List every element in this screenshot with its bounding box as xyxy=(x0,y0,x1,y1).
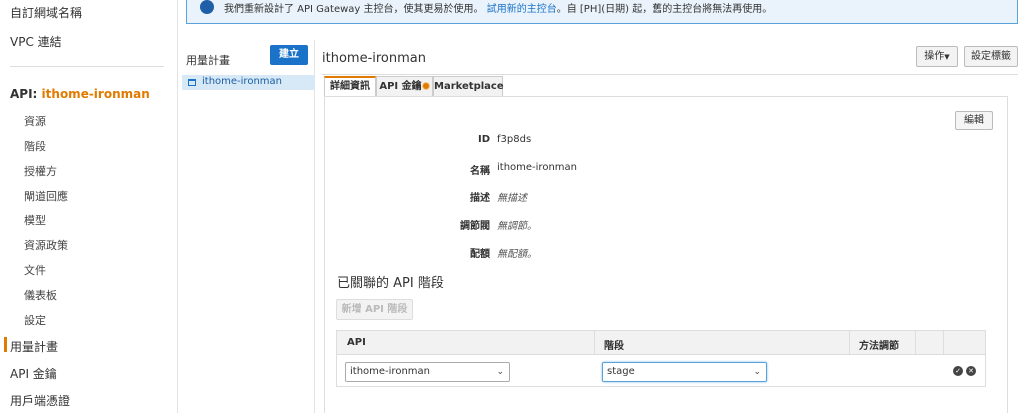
api-prefix: API: xyxy=(10,87,38,101)
sidebar-item-authorizers[interactable]: 授權方 xyxy=(24,163,57,179)
column-header-method-throttling: 方法調節 xyxy=(859,341,899,352)
close-circle-icon[interactable]: ✕ xyxy=(966,366,976,376)
caret-down-icon: ▼ xyxy=(944,53,950,61)
notice-text: 我們重新設計了 API Gateway 主控台，使其更易於使用。 試用新的主控台… xyxy=(224,0,772,15)
sidebar: 自訂網域名稱 VPC 連結 API: ithome-ironman 資源 階段 … xyxy=(0,0,178,413)
column-header-stage: 階段 xyxy=(604,341,624,352)
field-value-quota: 無配額。 xyxy=(497,249,537,260)
api-select-value: ithome-ironman xyxy=(350,366,430,377)
check-circle-icon[interactable]: ✓ xyxy=(953,366,963,376)
create-button[interactable]: 建立 xyxy=(270,45,308,65)
actions-label: 操作 xyxy=(924,51,945,62)
sidebar-api-heading[interactable]: API: ithome-ironman xyxy=(10,87,150,101)
sidebar-item-client-certificates[interactable]: 用戶端憑證 xyxy=(10,392,70,409)
info-icon xyxy=(200,0,214,14)
add-api-stage-button[interactable]: 新增 API 階段 xyxy=(336,299,413,320)
tab-details[interactable]: 詳細資訊 xyxy=(324,76,376,97)
active-indicator xyxy=(4,337,7,352)
stage-select-value: stage xyxy=(607,366,635,377)
tab-api-keys[interactable]: API 金鑰 xyxy=(376,76,433,96)
column-separator xyxy=(943,331,944,355)
sidebar-item-stages[interactable]: 階段 xyxy=(24,138,46,154)
sidebar-item-resource-policy[interactable]: 資源政策 xyxy=(24,237,68,253)
tab-marketplace[interactable]: Marketplace xyxy=(433,76,504,96)
column-header-api: API xyxy=(347,337,366,348)
sidebar-item-usage-plans[interactable]: 用量計畫 xyxy=(10,338,58,355)
associated-stages-title: 已關聯的 API 階段 xyxy=(337,276,444,291)
field-label-throttling: 調節閥 xyxy=(460,221,490,232)
page-title: ithome-ironman xyxy=(322,51,426,66)
sidebar-item-gateway-responses[interactable]: 閘道回應 xyxy=(24,188,68,204)
try-new-console-link[interactable]: 試用新的主控台 xyxy=(487,4,557,15)
field-value-id: f3p8ds xyxy=(497,134,532,145)
api-select[interactable]: ithome-ironman ⌄ xyxy=(345,362,510,382)
sidebar-item-api-keys[interactable]: API 金鑰 xyxy=(10,365,57,382)
column-separator xyxy=(594,331,595,355)
set-tags-button[interactable]: 設定標籤 xyxy=(964,46,1018,67)
sidebar-item-vpc-link[interactable]: VPC 連結 xyxy=(10,33,62,50)
usage-plans-panel: 用量計畫 建立 ithome-ironman xyxy=(178,40,315,413)
field-label-name: 名稱 xyxy=(470,166,490,177)
table-header: API 階段 方法調節 xyxy=(337,331,985,355)
sidebar-item-models[interactable]: 模型 xyxy=(24,212,46,228)
field-value-name: ithome-ironman xyxy=(497,162,577,173)
field-label-quota: 配額 xyxy=(470,249,490,260)
chevron-down-icon: ⌄ xyxy=(753,367,761,377)
notice-text-before: 我們重新設計了 API Gateway 主控台，使其更易於使用。 xyxy=(224,4,484,15)
chevron-down-icon: ⌄ xyxy=(496,367,504,377)
header-divider xyxy=(322,74,1018,75)
sidebar-item-dashboard[interactable]: 儀表板 xyxy=(24,287,57,303)
column-separator xyxy=(915,331,916,355)
field-value-throttling: 無調節。 xyxy=(497,221,537,232)
usage-plan-item[interactable]: ithome-ironman xyxy=(182,75,315,90)
sidebar-item-settings[interactable]: 設定 xyxy=(24,312,46,328)
actions-button[interactable]: 操作▼ xyxy=(916,46,958,67)
usage-plans-title: 用量計畫 xyxy=(186,54,230,67)
sidebar-item-documentation[interactable]: 文件 xyxy=(24,262,46,278)
field-label-description: 描述 xyxy=(470,193,490,204)
console-notice: 我們重新設計了 API Gateway 主控台，使其更易於使用。 試用新的主控台… xyxy=(186,0,1018,24)
field-label-id: ID xyxy=(477,134,490,145)
field-value-description: 無描述 xyxy=(497,193,527,204)
edit-button[interactable]: 編輯 xyxy=(955,111,993,130)
column-separator xyxy=(849,331,850,355)
tab-api-keys-label: API 金鑰 xyxy=(379,81,422,92)
stage-select[interactable]: stage ⌄ xyxy=(602,362,767,382)
api-name: ithome-ironman xyxy=(41,87,150,101)
usage-plan-icon xyxy=(188,79,196,86)
sidebar-divider xyxy=(10,66,164,67)
notice-text-after: 。自 [PH](日期) 起，舊的主控台將無法再使用。 xyxy=(556,4,773,15)
usage-plan-label: ithome-ironman xyxy=(202,76,282,87)
sidebar-item-resources[interactable]: 資源 xyxy=(24,113,46,129)
new-badge-icon xyxy=(421,82,430,90)
sidebar-item-custom-domain[interactable]: 自訂網域名稱 xyxy=(10,4,82,21)
